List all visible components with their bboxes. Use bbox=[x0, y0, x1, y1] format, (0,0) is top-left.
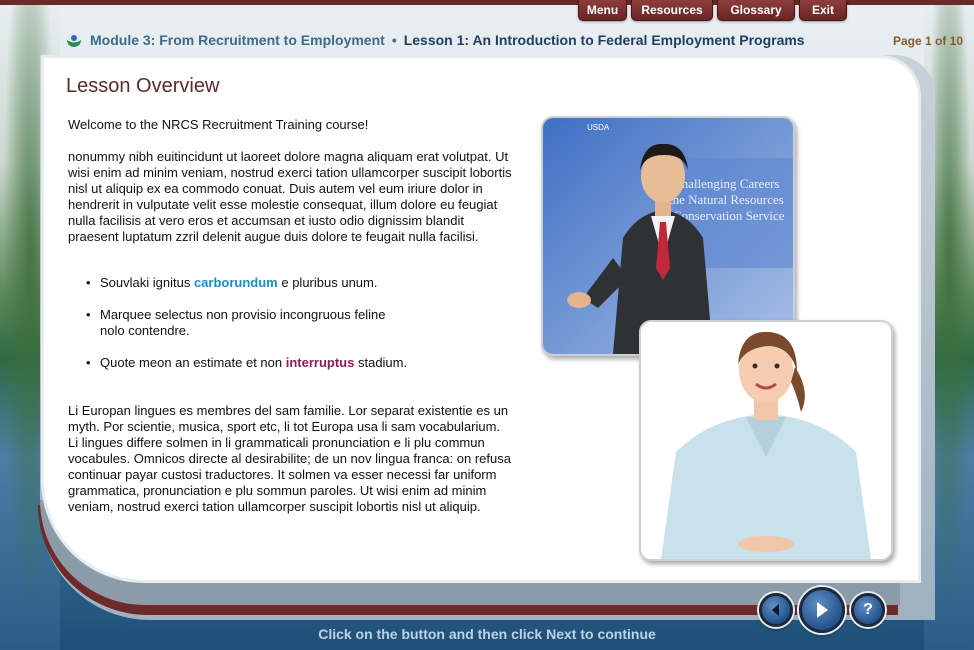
arrow-right-icon bbox=[817, 602, 828, 618]
photo-woman bbox=[639, 320, 893, 561]
glossary-term-link[interactable]: carborundum bbox=[194, 275, 278, 290]
welcome-text: Welcome to the NRCS Recruitment Training… bbox=[68, 117, 369, 132]
exit-button[interactable]: Exit bbox=[799, 0, 847, 21]
lesson-title: Lesson 1: An Introduction to Federal Emp… bbox=[403, 32, 805, 48]
breadcrumb-separator: • bbox=[391, 32, 397, 48]
paragraph-1: nonummy nibh euitincidunt ut laoreet dol… bbox=[68, 149, 512, 244]
bullet-text: Quote meon an estimate et non bbox=[100, 355, 286, 370]
list-item: Quote meon an estimate et non interruptu… bbox=[86, 355, 513, 371]
lesson-content: Welcome to the NRCS Recruitment Training… bbox=[68, 117, 513, 515]
bullet-text: Souvlaki ignitus bbox=[100, 275, 194, 290]
usda-logo-icon bbox=[67, 33, 81, 47]
bullet-text: stadium. bbox=[354, 355, 408, 370]
sign-text-1: Challenging Careers bbox=[673, 176, 780, 191]
help-icon: ? bbox=[863, 601, 873, 618]
menu-button[interactable]: Menu bbox=[578, 0, 627, 21]
page-indicator: Page 1 of 10 bbox=[893, 34, 964, 48]
bullet-text: e pluribus unum. bbox=[277, 275, 378, 290]
breadcrumb: Module 3: From Recruitment to Employment… bbox=[66, 32, 805, 48]
bullet-text: Marquee selectus non provisio incongruou… bbox=[100, 307, 386, 338]
top-nav: Menu Resources Glossary Exit bbox=[578, 0, 847, 21]
module-title: Module 3: From Recruitment to Employment bbox=[90, 32, 385, 48]
arrow-left-icon bbox=[772, 604, 779, 616]
list-item: Souvlaki ignitus carborundum e pluribus … bbox=[86, 275, 513, 291]
glossary-button[interactable]: Glossary bbox=[717, 0, 795, 21]
paragraph-2: Li Europan lingues es membres del sam fa… bbox=[68, 403, 511, 514]
glossary-term-link[interactable]: interruptus bbox=[286, 355, 355, 370]
sign-text-3: Conservation Service bbox=[673, 208, 785, 223]
instruction-text: Click on the button and then click Next … bbox=[318, 626, 656, 642]
list-item: Marquee selectus non provisio incongruou… bbox=[86, 307, 410, 339]
back-button[interactable] bbox=[759, 593, 793, 627]
bullet-list: Souvlaki ignitus carborundum e pluribus … bbox=[86, 275, 513, 371]
sign-text-2: the Natural Resources bbox=[669, 192, 784, 207]
resources-button[interactable]: Resources bbox=[631, 0, 713, 21]
page-title: Lesson Overview bbox=[66, 75, 220, 97]
help-button[interactable]: ? bbox=[851, 593, 885, 627]
sign-tag: USDA bbox=[587, 123, 610, 132]
